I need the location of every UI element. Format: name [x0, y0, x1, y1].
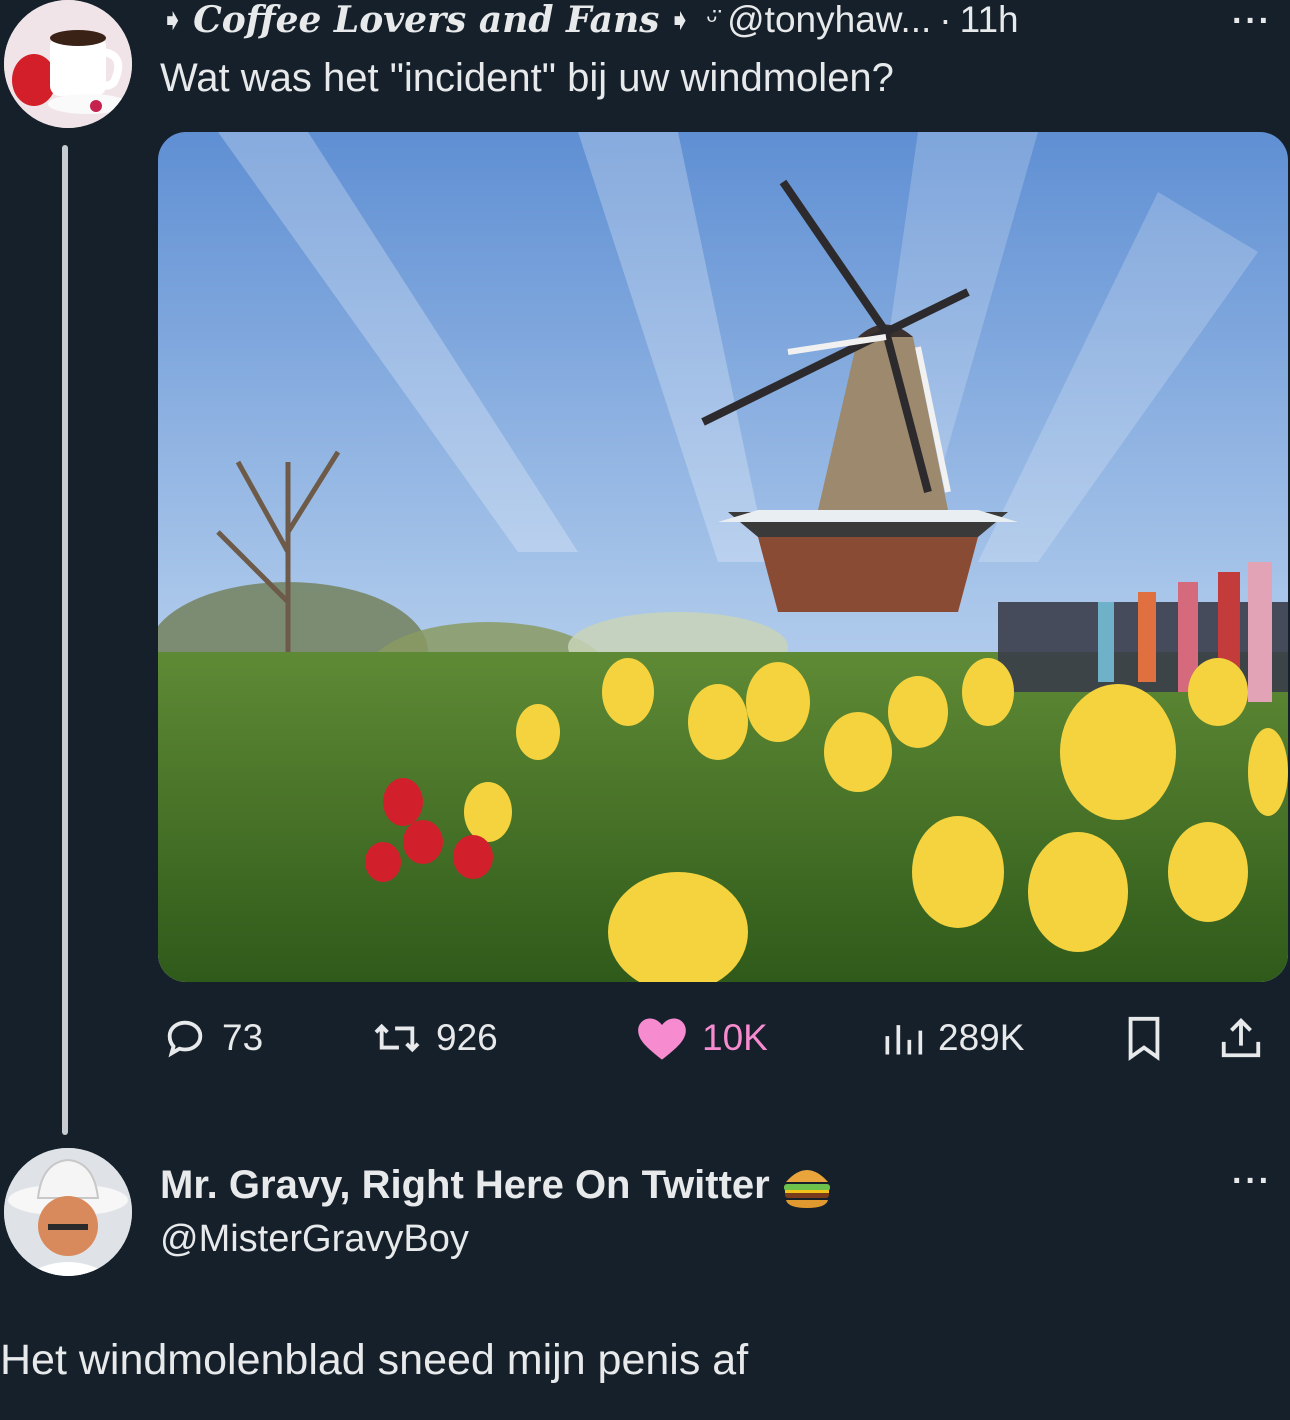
reply-count: 73 — [222, 1017, 264, 1058]
cowboy-hat-avatar-icon — [4, 1148, 132, 1276]
heart-icon — [638, 1018, 686, 1060]
tweet-media-photo[interactable] — [158, 132, 1288, 982]
author-handle[interactable]: @tonyhaw... — [727, 0, 931, 41]
time-separator: · — [939, 0, 952, 40]
tweet-time[interactable]: 11h — [960, 0, 1019, 41]
tweet-header: ➧ Coffee Lovers and Fans ➧ ᵕ̈ @tonyhaw..… — [160, 0, 1019, 41]
retweet-icon — [374, 1023, 420, 1053]
author-avatar[interactable] — [4, 0, 132, 128]
reply-icon — [167, 1020, 203, 1058]
author-display-name[interactable]: Coffee Lovers and Fans — [193, 0, 659, 41]
tweet-text: Wat was het "incident" bij uw windmolen? — [160, 56, 894, 100]
bookmark-icon — [1128, 1016, 1160, 1061]
more-options-button[interactable]: ··· — [1232, 2, 1272, 41]
sparkle-icon: ➧ — [160, 3, 186, 37]
retweet-count: 926 — [436, 1017, 498, 1058]
views-count: 289K — [938, 1017, 1025, 1058]
reply-handle[interactable]: @MisterGravyBoy — [160, 1218, 469, 1261]
tweet-action-bar: 73 926 10K 289K — [160, 1008, 1285, 1068]
retweet-button[interactable]: 926 — [372, 1008, 498, 1068]
like-count: 10K — [702, 1017, 768, 1058]
windmill-photo-icon — [158, 132, 1288, 982]
like-button[interactable]: 10K — [636, 1008, 768, 1068]
share-button[interactable] — [1218, 1008, 1278, 1068]
reply-display-name[interactable]: Mr. Gravy, Right Here On Twitter — [160, 1163, 770, 1208]
reply-display-name-row: Mr. Gravy, Right Here On Twitter — [160, 1160, 834, 1210]
reply-text: Het windmolenblad sneed mijn penis af — [0, 1336, 749, 1384]
reply-more-options-button[interactable]: ··· — [1232, 1162, 1272, 1201]
sparkle-icon: ➧ — [667, 3, 693, 37]
smiley-icon: ᵕ̈ — [706, 4, 718, 35]
coffee-cup-icon — [4, 0, 132, 128]
reply-button[interactable]: 73 — [162, 1008, 263, 1068]
views-icon — [885, 1025, 923, 1055]
thread-connector-line — [62, 145, 68, 1135]
reply-author-avatar[interactable] — [4, 1148, 132, 1276]
share-icon — [1221, 1018, 1261, 1058]
bookmark-button[interactable] — [1124, 1008, 1178, 1068]
hamburger-emoji-icon — [783, 1170, 830, 1208]
views-button[interactable]: 289K — [880, 1008, 1024, 1068]
